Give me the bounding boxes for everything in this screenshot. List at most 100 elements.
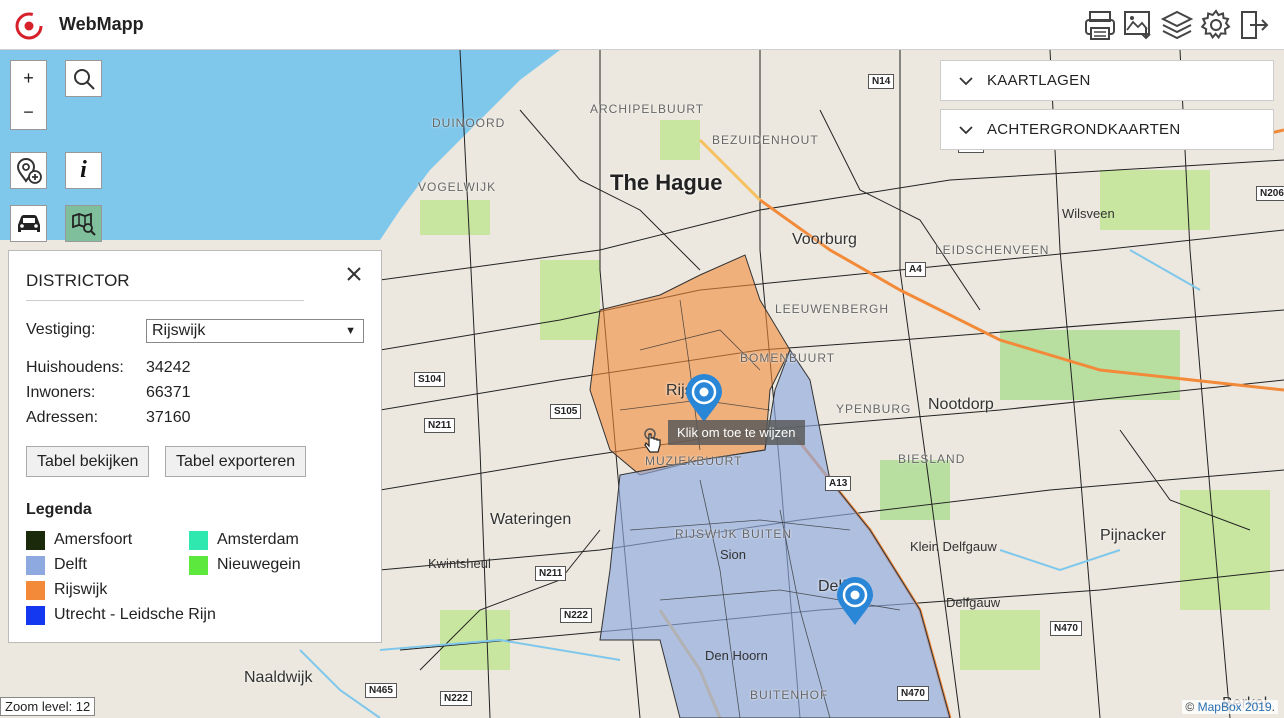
road-badge: N211 bbox=[424, 418, 456, 433]
zoom-in-button[interactable]: + bbox=[11, 61, 46, 95]
inwoners-label: Inwoners: bbox=[26, 384, 96, 401]
map-label-voorburg: Voorburg bbox=[792, 231, 857, 248]
map-label-buitenhof: BUITENHOF bbox=[750, 688, 829, 702]
adressen-value: 37160 bbox=[146, 409, 191, 426]
attribution-symbol: © bbox=[1185, 700, 1195, 714]
route-button[interactable] bbox=[10, 205, 47, 242]
map-label-muziekbuurt: MUZIEKBUURT bbox=[645, 454, 743, 468]
map-label-pijnacker: Pijnacker bbox=[1100, 527, 1166, 544]
map-label-klein-delfgauw: Klein Delfgauw bbox=[910, 539, 997, 554]
adressen-label: Adressen: bbox=[26, 409, 99, 426]
map-label-duinoord: DUINOORD bbox=[432, 116, 506, 130]
print-icon[interactable] bbox=[1084, 8, 1116, 42]
road-badge: N470 bbox=[897, 686, 929, 701]
legend-label: Nieuwegein bbox=[217, 556, 301, 573]
attribution-period: . bbox=[1271, 700, 1275, 714]
assign-tooltip: Klik om toe te wijzen bbox=[668, 420, 805, 445]
search-button[interactable] bbox=[65, 60, 102, 97]
hand-cursor-icon bbox=[644, 428, 661, 453]
road-badge: N206 bbox=[1256, 186, 1284, 201]
road-badge: N465 bbox=[365, 683, 397, 698]
achtergrondkaarten-panel[interactable]: ACHTERGRONDKAARTEN bbox=[940, 109, 1274, 150]
map-label-leidschenveen: LEIDSCHENVEEN bbox=[935, 243, 1050, 257]
map-label-bezuidenhout: BEZUIDENHOUT bbox=[712, 133, 819, 147]
legend-swatch bbox=[26, 605, 45, 625]
road-badge: N222 bbox=[440, 691, 472, 706]
search-icon bbox=[73, 68, 95, 90]
chevron-down-icon bbox=[959, 76, 973, 85]
huishoudens-label: Huishoudens: bbox=[26, 359, 124, 376]
map-label-delfgauw: Delfgauw bbox=[946, 595, 1001, 610]
road-badge: N211 bbox=[535, 566, 567, 581]
road-badge: A13 bbox=[825, 476, 852, 491]
legend-swatch bbox=[26, 580, 45, 600]
map-label-sion: Sion bbox=[720, 547, 747, 562]
legend-swatch bbox=[26, 530, 45, 550]
legend-item: Amersfoort bbox=[26, 530, 132, 550]
legend-label: Delft bbox=[54, 556, 87, 573]
map-label-the-hague: The Hague bbox=[610, 170, 723, 195]
export-table-button[interactable]: Tabel exporteren bbox=[165, 446, 307, 477]
legend-title: Legenda bbox=[26, 501, 92, 518]
legend-label: Rijswijk bbox=[54, 581, 108, 598]
zoom-level-indicator: Zoom level: 12 bbox=[0, 697, 96, 716]
legend-label: Utrecht - Leidsche Rijn bbox=[54, 606, 216, 623]
app-title: WebMapp bbox=[59, 14, 144, 34]
delft-location-marker-icon[interactable] bbox=[835, 577, 875, 627]
legend-item: Amsterdam bbox=[189, 530, 299, 550]
map-label-kwintsheul: Kwintsheul bbox=[428, 556, 491, 571]
map-label-wateringen: Wateringen bbox=[490, 511, 572, 528]
road-badge: N14 bbox=[868, 74, 895, 89]
vestiging-select[interactable]: Rijswijk ▼ bbox=[146, 319, 364, 343]
car-icon bbox=[17, 214, 40, 232]
map-attribution: © MapBox 2019. bbox=[1182, 700, 1278, 714]
panel-title: DISTRICTOR bbox=[26, 271, 130, 290]
legend-item: Nieuwegein bbox=[189, 555, 301, 575]
vestiging-label: Vestiging: bbox=[26, 321, 96, 338]
map-label-rijswijk-buiten: RIJSWIJK BUITEN bbox=[675, 527, 793, 541]
attribution-link[interactable]: MapBox 2019 bbox=[1198, 700, 1272, 714]
add-location-icon bbox=[16, 157, 42, 184]
zoom-out-button[interactable]: − bbox=[11, 95, 46, 129]
kaartlagen-panel[interactable]: KAARTLAGEN bbox=[940, 60, 1274, 101]
info-button[interactable]: i bbox=[65, 152, 102, 189]
legend-item: Rijswijk bbox=[26, 580, 107, 600]
chevron-down-icon bbox=[959, 125, 973, 134]
map-label-leeuwenbergh: LEEUWENBERGH bbox=[775, 302, 890, 316]
districtor-panel: DISTRICTOR Vestiging: Rijswijk ▼ Huishou… bbox=[8, 250, 382, 643]
map-label-wilsveen: Wilsveen bbox=[1062, 206, 1115, 221]
select-arrow-icon: ▼ bbox=[345, 325, 356, 337]
road-badge: N470 bbox=[1050, 621, 1082, 636]
legend-label: Amsterdam bbox=[217, 531, 299, 548]
vestiging-value: Rijswijk bbox=[152, 322, 206, 339]
image-export-icon[interactable] bbox=[1123, 8, 1155, 42]
road-badge: N222 bbox=[560, 608, 592, 623]
title-divider bbox=[26, 300, 304, 301]
road-badge: S105 bbox=[550, 404, 582, 419]
webmapp-logo-icon bbox=[15, 12, 43, 40]
zoom-control: + − bbox=[10, 60, 47, 130]
map-label-archipelbuurt: ARCHIPELBUURT bbox=[590, 102, 705, 116]
map-label-vogelwijk: VOGELWIJK bbox=[418, 180, 497, 194]
inwoners-value: 66371 bbox=[146, 384, 191, 401]
map-label-nootdorp: Nootdorp bbox=[928, 396, 994, 413]
close-icon[interactable] bbox=[345, 265, 363, 283]
huishoudens-value: 34242 bbox=[146, 359, 191, 376]
legend-item: Delft bbox=[26, 555, 87, 575]
layers-icon[interactable] bbox=[1160, 8, 1194, 42]
info-icon: i bbox=[80, 157, 87, 183]
districtor-button[interactable] bbox=[65, 205, 102, 242]
legend-swatch bbox=[189, 530, 208, 550]
legend-item: Utrecht - Leidsche Rijn bbox=[26, 605, 216, 625]
achtergrondkaarten-label: ACHTERGRONDKAARTEN bbox=[987, 121, 1181, 138]
kaartlagen-label: KAARTLAGEN bbox=[987, 72, 1091, 89]
view-table-button[interactable]: Tabel bekijken bbox=[26, 446, 150, 477]
rijswijk-location-marker-icon[interactable] bbox=[684, 374, 724, 424]
map-label-naaldwijk: Naaldwijk bbox=[244, 669, 313, 686]
settings-icon[interactable] bbox=[1200, 8, 1232, 42]
top-bar: WebMapp bbox=[0, 0, 1284, 50]
map-search-icon bbox=[71, 212, 96, 236]
legend-swatch bbox=[26, 555, 45, 575]
add-location-button[interactable] bbox=[10, 152, 47, 189]
logout-icon[interactable] bbox=[1238, 8, 1270, 42]
